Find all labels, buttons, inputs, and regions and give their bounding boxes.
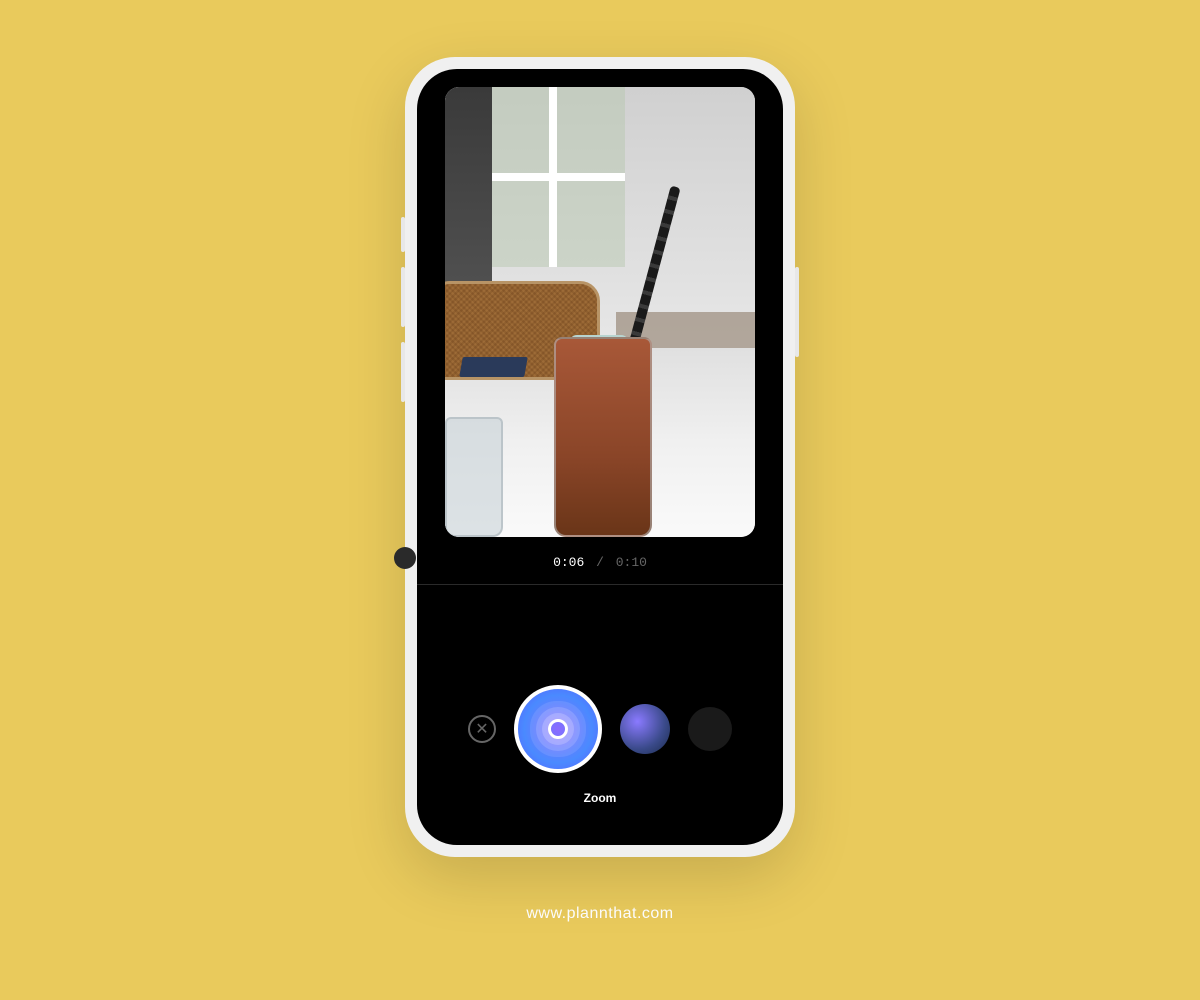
close-effects-button[interactable]: ✕ — [468, 715, 496, 743]
close-icon: ✕ — [475, 719, 488, 739]
selected-effect-button[interactable] — [514, 685, 602, 773]
further-effect-option[interactable] — [688, 707, 732, 751]
phone-screen: 0:06 / 0:10 ✕ Zoom — [417, 69, 783, 845]
phone-mockup: 0:06 / 0:10 ✕ Zoom — [405, 57, 795, 857]
scene-window-frame — [482, 87, 625, 267]
footer-watermark: www.plannthat.com — [526, 905, 673, 923]
scene-notebook — [459, 357, 528, 377]
scene-water-glass — [445, 417, 503, 537]
selected-effect-label: Zoom — [584, 791, 617, 805]
scene-iced-coffee-glass — [554, 337, 652, 537]
controls-panel: ✕ Zoom — [417, 585, 783, 845]
effect-carousel[interactable]: ✕ — [468, 685, 732, 773]
recording-timer: 0:06 / 0:10 — [417, 537, 783, 585]
timer-separator: / — [592, 555, 608, 570]
zoom-effect-icon — [548, 719, 568, 739]
phone-volume-up — [401, 267, 405, 327]
timer-total: 0:10 — [616, 555, 647, 570]
next-effect-option[interactable] — [620, 704, 670, 754]
video-viewfinder[interactable] — [445, 87, 755, 537]
phone-mute-switch — [401, 217, 405, 252]
phone-volume-down — [401, 342, 405, 402]
viewfinder-container — [417, 69, 783, 537]
timer-current: 0:06 — [553, 555, 584, 570]
phone-power-button — [795, 267, 799, 357]
